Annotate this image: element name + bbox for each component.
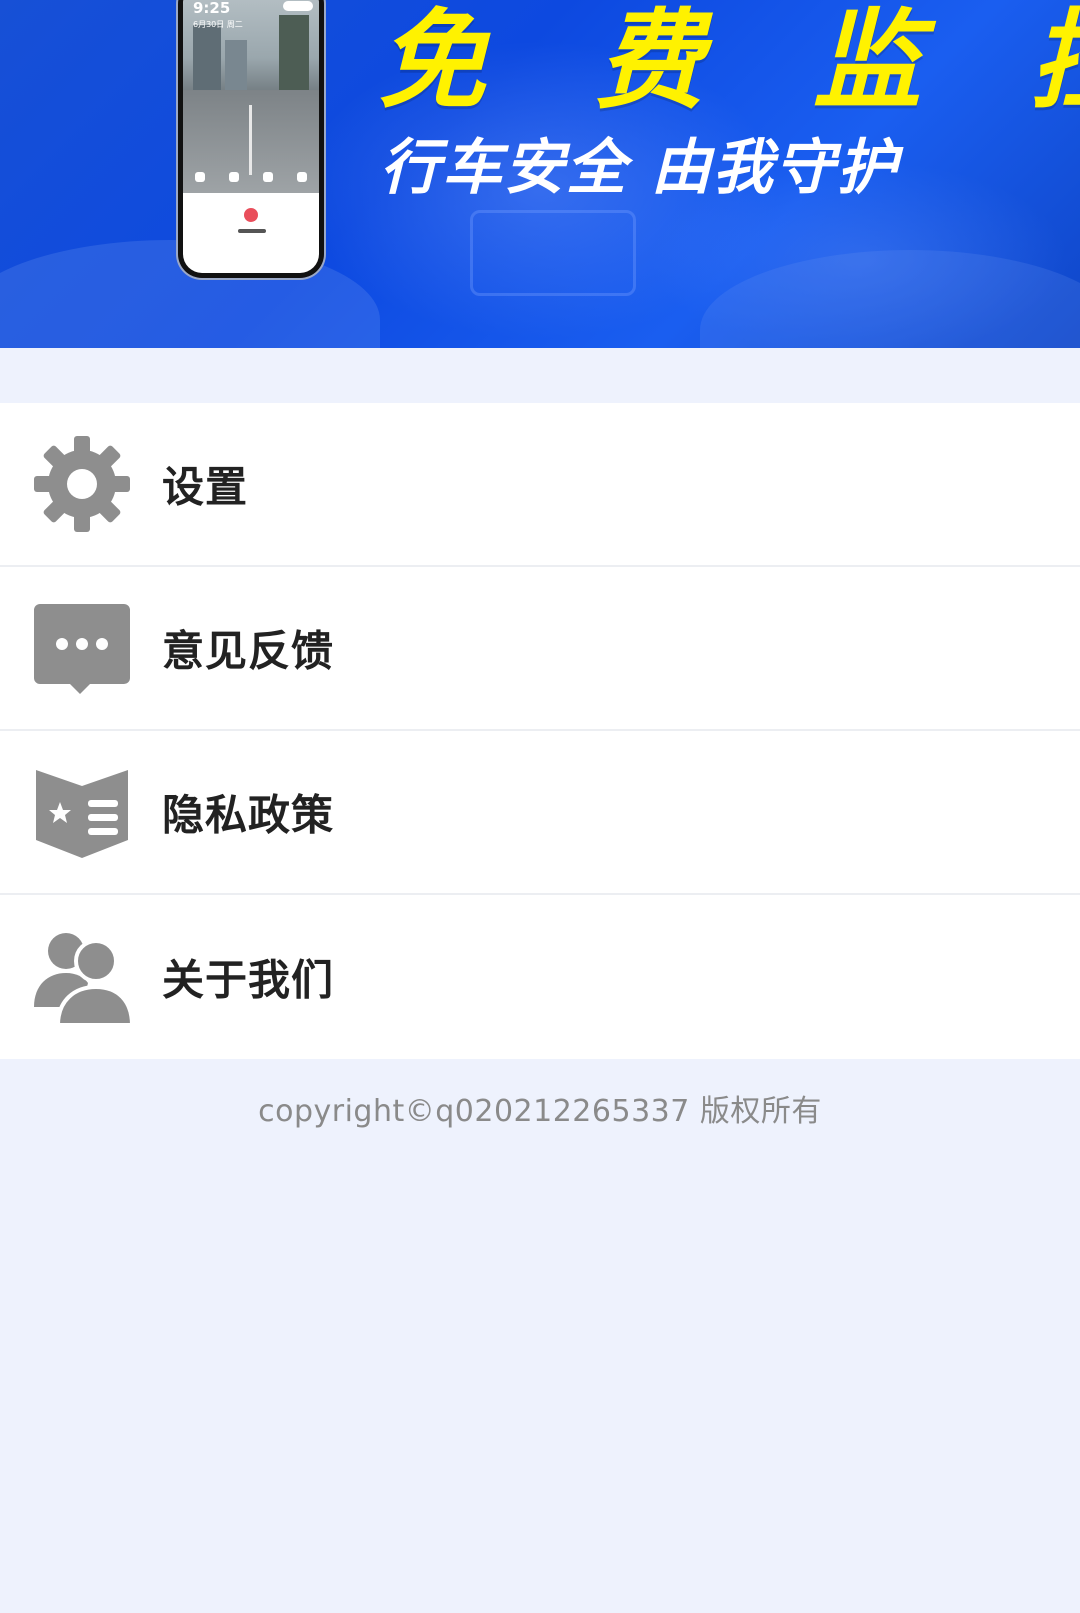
settings-menu: 设置 意见反馈 隐私政策 关于我们 bbox=[0, 403, 1080, 1059]
menu-item-settings[interactable]: 设置 bbox=[0, 403, 1080, 567]
building-shape bbox=[193, 25, 221, 95]
policy-book-icon bbox=[36, 770, 128, 858]
camera-icon bbox=[263, 172, 273, 182]
menu-item-about-us[interactable]: 关于我们 bbox=[0, 895, 1080, 1059]
building-shape bbox=[225, 40, 247, 95]
pin-icon bbox=[229, 172, 239, 182]
banner-title: 免 费 监 控 bbox=[378, 0, 1080, 124]
car-console-decoration bbox=[470, 210, 636, 296]
menu-item-feedback[interactable]: 意见反馈 bbox=[0, 567, 1080, 731]
phone-mockup-image: 9:25 6月30日 周二 bbox=[178, 0, 324, 278]
photo-icon bbox=[297, 172, 307, 182]
record-dot-icon bbox=[244, 208, 258, 222]
promo-banner[interactable]: 9:25 6月30日 周二 免 费 监 控 行车安全 由我守护 bbox=[0, 0, 1080, 348]
menu-item-label: 意见反馈 bbox=[162, 626, 335, 676]
tree-shape bbox=[279, 15, 309, 95]
dashcam-scene: 9:25 6月30日 周二 bbox=[183, 0, 319, 193]
menu-item-label: 关于我们 bbox=[162, 955, 335, 1005]
phone-control-row bbox=[183, 165, 319, 189]
record-label bbox=[238, 229, 266, 233]
phone-screen: 9:25 6月30日 周二 bbox=[183, 0, 319, 273]
phone-status-pill bbox=[283, 1, 313, 11]
gear-icon bbox=[34, 436, 130, 532]
banner-subtitle: 行车安全 由我守护 bbox=[380, 133, 899, 203]
phone-date: 6月30日 周二 bbox=[193, 20, 243, 29]
phone-time: 9:25 bbox=[193, 0, 231, 17]
menu-item-privacy-policy[interactable]: 隐私政策 bbox=[0, 731, 1080, 895]
menu-item-label: 隐私政策 bbox=[162, 790, 335, 840]
users-icon bbox=[34, 933, 132, 1027]
mic-icon bbox=[195, 172, 205, 182]
copyright-text: copyright©q020212265337 版权所有 bbox=[258, 1094, 822, 1129]
menu-item-label: 设置 bbox=[162, 462, 249, 512]
chat-bubble-icon bbox=[34, 604, 130, 694]
